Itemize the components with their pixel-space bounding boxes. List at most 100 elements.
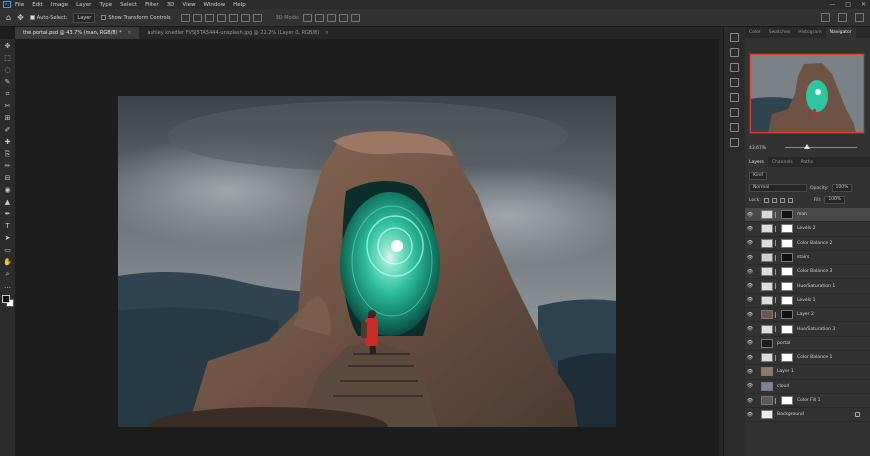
layer-mask-thumbnail[interactable] [781,310,793,320]
info-icon[interactable] [730,108,739,117]
lock-pixels-icon[interactable] [763,197,769,203]
move-tool-preset-icon[interactable]: ✥ [17,13,24,22]
color-swatches[interactable] [1,295,14,307]
auto-select-checkbox[interactable] [29,15,35,20]
brush-settings-icon[interactable] [730,63,739,72]
layer-row[interactable]: 👁 Levels 1 [745,294,870,309]
workspace-icon[interactable] [838,13,847,22]
canvas-area[interactable] [15,39,723,456]
frame-tool-icon[interactable]: ✂ [3,102,12,111]
visibility-eye-icon[interactable]: 👁 [745,383,755,389]
visibility-eye-icon[interactable]: 👁 [745,212,755,218]
link-icon[interactable] [775,397,779,404]
menu-help[interactable]: Help [233,2,246,8]
layer-row[interactable]: 👁 cloud [745,380,870,394]
zoom-slider-knob[interactable] [803,144,810,149]
layer-mask-thumbnail[interactable] [781,396,793,405]
menu-select[interactable]: Select [120,2,137,8]
transform-controls-checkbox[interactable] [101,15,107,20]
tab-histogram[interactable]: Histogram [794,27,825,38]
more-tools-icon[interactable]: … [3,282,12,291]
move-tool-icon[interactable]: ✥ [3,42,12,51]
menu-window[interactable]: Window [203,2,225,8]
close-icon[interactable]: ✕ [861,1,866,8]
tab-layers[interactable]: Layers [745,157,768,167]
close-icon[interactable]: × [325,30,329,36]
search-icon[interactable] [821,13,830,22]
visibility-eye-icon[interactable]: 👁 [745,355,755,361]
link-icon[interactable] [775,268,779,275]
layer-mask-thumbnail[interactable] [781,324,793,334]
link-icon[interactable] [775,254,779,261]
layer-row[interactable]: 👁 Background [745,408,870,423]
zoom-value[interactable]: 43.67% [749,146,766,151]
align-top-icon[interactable] [216,13,226,22]
align-middle-icon[interactable] [228,13,238,22]
eraser-tool-icon[interactable]: ⊟ [3,174,12,183]
visibility-eye-icon[interactable]: 👁 [745,412,755,418]
layer-mask-thumbnail[interactable] [781,267,793,277]
menu-file[interactable]: File [15,2,24,8]
tab-paths[interactable]: Paths [797,157,817,167]
link-icon[interactable] [775,283,779,290]
menu-layer[interactable]: Layer [76,2,91,8]
layer-row[interactable]: 👁 Levels 2 [745,222,870,237]
blend-mode-dropdown[interactable]: Normal [749,184,807,192]
layer-mask-thumbnail[interactable] [781,353,793,363]
rectangle-tool-icon[interactable]: ▭ [3,246,12,255]
tab-swatches[interactable]: Swatches [765,27,795,38]
align-right-icon[interactable] [204,13,214,22]
menu-view[interactable]: View [182,2,195,8]
visibility-eye-icon[interactable]: 👁 [745,269,755,275]
visibility-eye-icon[interactable]: 👁 [745,255,755,261]
lock-artboard-icon[interactable] [779,197,785,203]
distribute-icon[interactable] [252,13,262,22]
zoom-tool-icon[interactable]: ⌕ [3,270,12,279]
layer-row[interactable]: 👁 portal [745,337,870,351]
foreground-color-swatch[interactable] [1,295,10,303]
layer-row[interactable]: 👁 Layer 2 [745,308,870,323]
link-icon[interactable] [775,311,779,318]
align-left-icon[interactable] [180,13,190,22]
fill-input[interactable]: 100% [824,196,846,204]
align-bottom-icon[interactable] [240,13,250,22]
link-icon[interactable] [775,297,779,304]
align-center-icon[interactable] [192,13,202,22]
layer-mask-thumbnail[interactable] [781,253,793,263]
brush-tool-icon[interactable]: ✚ [3,138,12,147]
properties-icon[interactable] [730,123,739,132]
visibility-eye-icon[interactable]: 👁 [745,240,755,246]
character-icon[interactable] [730,138,739,147]
quick-select-tool-icon[interactable]: ✎ [3,78,12,87]
link-icon[interactable] [775,225,779,232]
clone-stamp-icon[interactable]: ⎘ [3,150,12,159]
share-icon[interactable] [855,13,864,22]
3d-roll-icon[interactable] [314,13,324,22]
photoshop-logo-icon[interactable]: Ps [3,1,11,8]
layer-row[interactable]: 👁 Hue/Saturation 1 [745,279,870,294]
history-icon[interactable] [730,33,739,42]
visibility-eye-icon[interactable]: 👁 [745,369,755,375]
navigator-thumbnail[interactable] [749,53,865,134]
tab-channels[interactable]: Channels [768,157,797,167]
3d-scale-icon[interactable] [350,13,360,22]
eyedropper-tool-icon[interactable]: ⊞ [3,114,12,123]
tab-unsplash-image[interactable]: ashley knedler FVSJ5TA5444-unsplash.jpg … [139,27,337,39]
3d-pan-icon[interactable] [326,13,336,22]
pen-tool-icon[interactable]: ✒ [3,210,12,219]
marquee-tool-icon[interactable]: ⬚ [3,54,12,63]
visibility-eye-icon[interactable]: 👁 [745,340,755,346]
menu-type[interactable]: Type [99,2,112,8]
menu-image[interactable]: Image [51,2,68,8]
close-icon[interactable]: × [127,30,131,36]
zoom-slider[interactable] [785,144,857,149]
lasso-tool-icon[interactable]: ◌ [3,66,12,75]
link-icon[interactable] [775,240,779,247]
layer-row[interactable]: 👁 Color Balance 1 [745,351,870,366]
visibility-eye-icon[interactable]: 👁 [745,312,755,318]
tab-the-portal[interactable]: the portal.psd @ 43.7% (man, RGB/8) * × [15,27,140,39]
layer-row[interactable]: 👁 Color Balance 3 [745,265,870,280]
menu-edit[interactable]: Edit [32,2,43,8]
layer-row[interactable]: 👁 Color Balance 2 [745,237,870,251]
visibility-eye-icon[interactable]: 👁 [745,283,755,289]
